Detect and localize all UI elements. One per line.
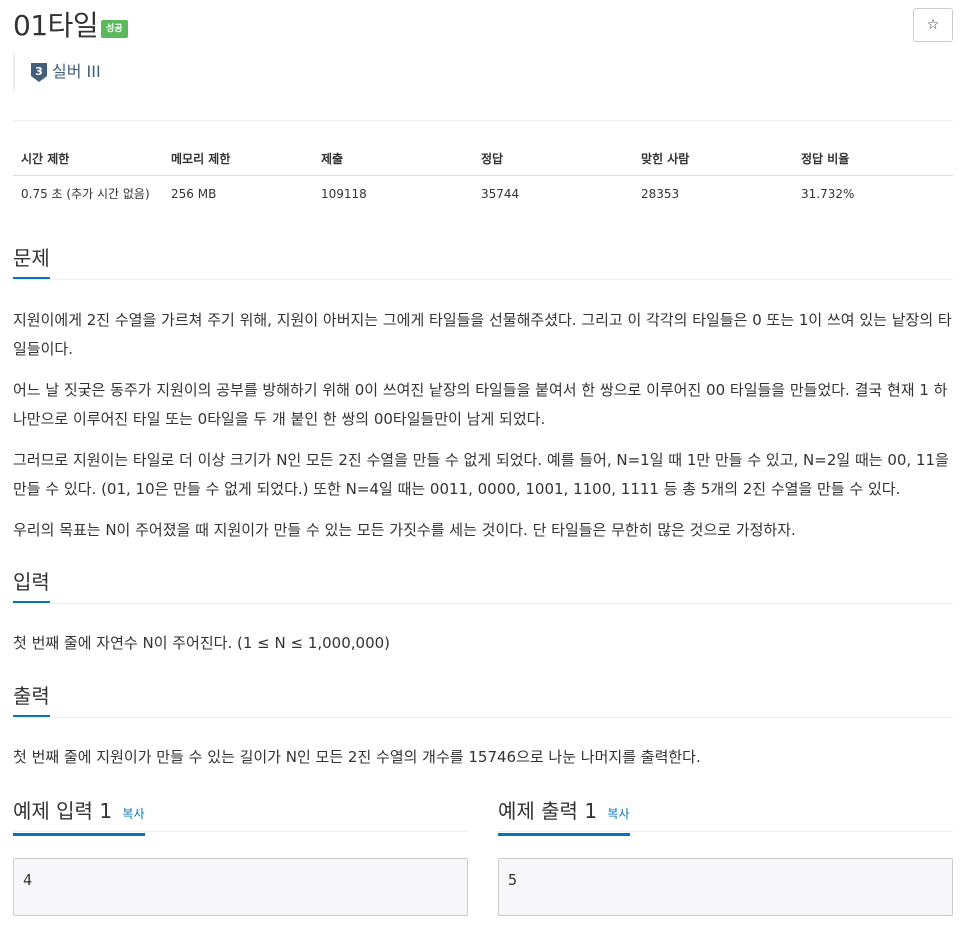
description-section-header: 문제: [13, 243, 953, 280]
input-section-header: 입력: [13, 567, 953, 604]
table-row: 0.75 초 (추가 시간 없음) 256 MB 109118 35744 28…: [13, 176, 953, 212]
description-paragraph: 어느 날 짓궂은 동주가 지원이의 공부를 방해하기 위해 0이 쓰여진 낱장의…: [13, 381, 948, 428]
input-description: 첫 번째 줄에 자연수 N이 주어진다. (1 ≤ N ≤ 1,000,000): [13, 634, 391, 652]
input-heading: 입력: [13, 567, 50, 604]
tier-number: 3: [35, 65, 43, 78]
sample-input-box[interactable]: 4: [13, 858, 468, 916]
header-submissions: 제출: [313, 142, 473, 176]
divider: [13, 603, 953, 604]
header-accept-ratio: 정답 비율: [793, 142, 953, 176]
header-solved-users: 맞힌 사람: [633, 142, 793, 176]
header-memory-limit: 메모리 제한: [163, 142, 313, 176]
copy-sample-input-button[interactable]: 복사: [122, 807, 144, 821]
result-badge: 성공: [101, 20, 128, 38]
time-limit-value: 0.75 초 (추가 시간 없음): [21, 187, 150, 202]
sample-output-section: 예제 출력 1 복사 5: [498, 796, 953, 916]
accepted-value[interactable]: 35744: [473, 176, 633, 212]
divider: [13, 831, 468, 832]
copy-sample-output-button[interactable]: 복사: [607, 807, 629, 821]
output-section-header: 출력: [13, 681, 953, 718]
output-description: 첫 번째 줄에 지원이가 만들 수 있는 길이가 N인 모든 2진 수열의 개수…: [13, 748, 701, 766]
sample-input-section: 예제 입력 1 복사 4: [13, 796, 468, 916]
divider: [13, 120, 953, 121]
description-heading: 문제: [13, 243, 50, 280]
tier-badge-icon: 3: [31, 63, 47, 82]
problem-header: 01타일 성공 ☆: [13, 8, 953, 48]
divider: [13, 279, 953, 280]
tier-row: 3 실버 III: [13, 53, 313, 91]
problem-title: 01타일: [13, 9, 99, 42]
sample-output-box[interactable]: 5: [498, 858, 953, 916]
sample-input-title: 예제 입력 1: [13, 799, 113, 823]
divider: [13, 717, 953, 718]
sample-output-title: 예제 출력 1: [498, 799, 598, 823]
header-accepted: 정답: [473, 142, 633, 176]
divider: [498, 831, 953, 832]
sample-output-heading: 예제 출력 1 복사: [498, 796, 630, 836]
accept-ratio-value: 31.732%: [801, 186, 855, 201]
solved-users-value[interactable]: 28353: [633, 176, 793, 212]
output-heading: 출력: [13, 681, 50, 718]
header-time-limit: 시간 제한: [13, 142, 163, 176]
memory-limit-value: 256 MB: [171, 186, 217, 201]
description-paragraph: 지원이에게 2진 수열을 가르쳐 주기 위해, 지원이 아버지는 그에게 타일들…: [13, 311, 952, 358]
tier-label[interactable]: 실버 III: [52, 61, 101, 83]
table-header-row: 시간 제한 메모리 제한 제출 정답 맞힌 사람 정답 비율: [13, 142, 953, 176]
problem-info-table: 시간 제한 메모리 제한 제출 정답 맞힌 사람 정답 비율 0.75 초 (추…: [13, 142, 953, 212]
description-paragraph: 그러므로 지원이는 타일로 더 이상 크기가 N인 모든 2진 수열을 만들 수…: [13, 451, 949, 498]
sample-input-heading: 예제 입력 1 복사: [13, 796, 145, 836]
star-button[interactable]: ☆: [913, 8, 953, 42]
submissions-value[interactable]: 109118: [313, 176, 473, 212]
star-icon: ☆: [926, 17, 940, 33]
description-paragraph: 우리의 목표는 N이 주어졌을 때 지원이가 만들 수 있는 모든 가짓수를 세…: [13, 521, 796, 539]
